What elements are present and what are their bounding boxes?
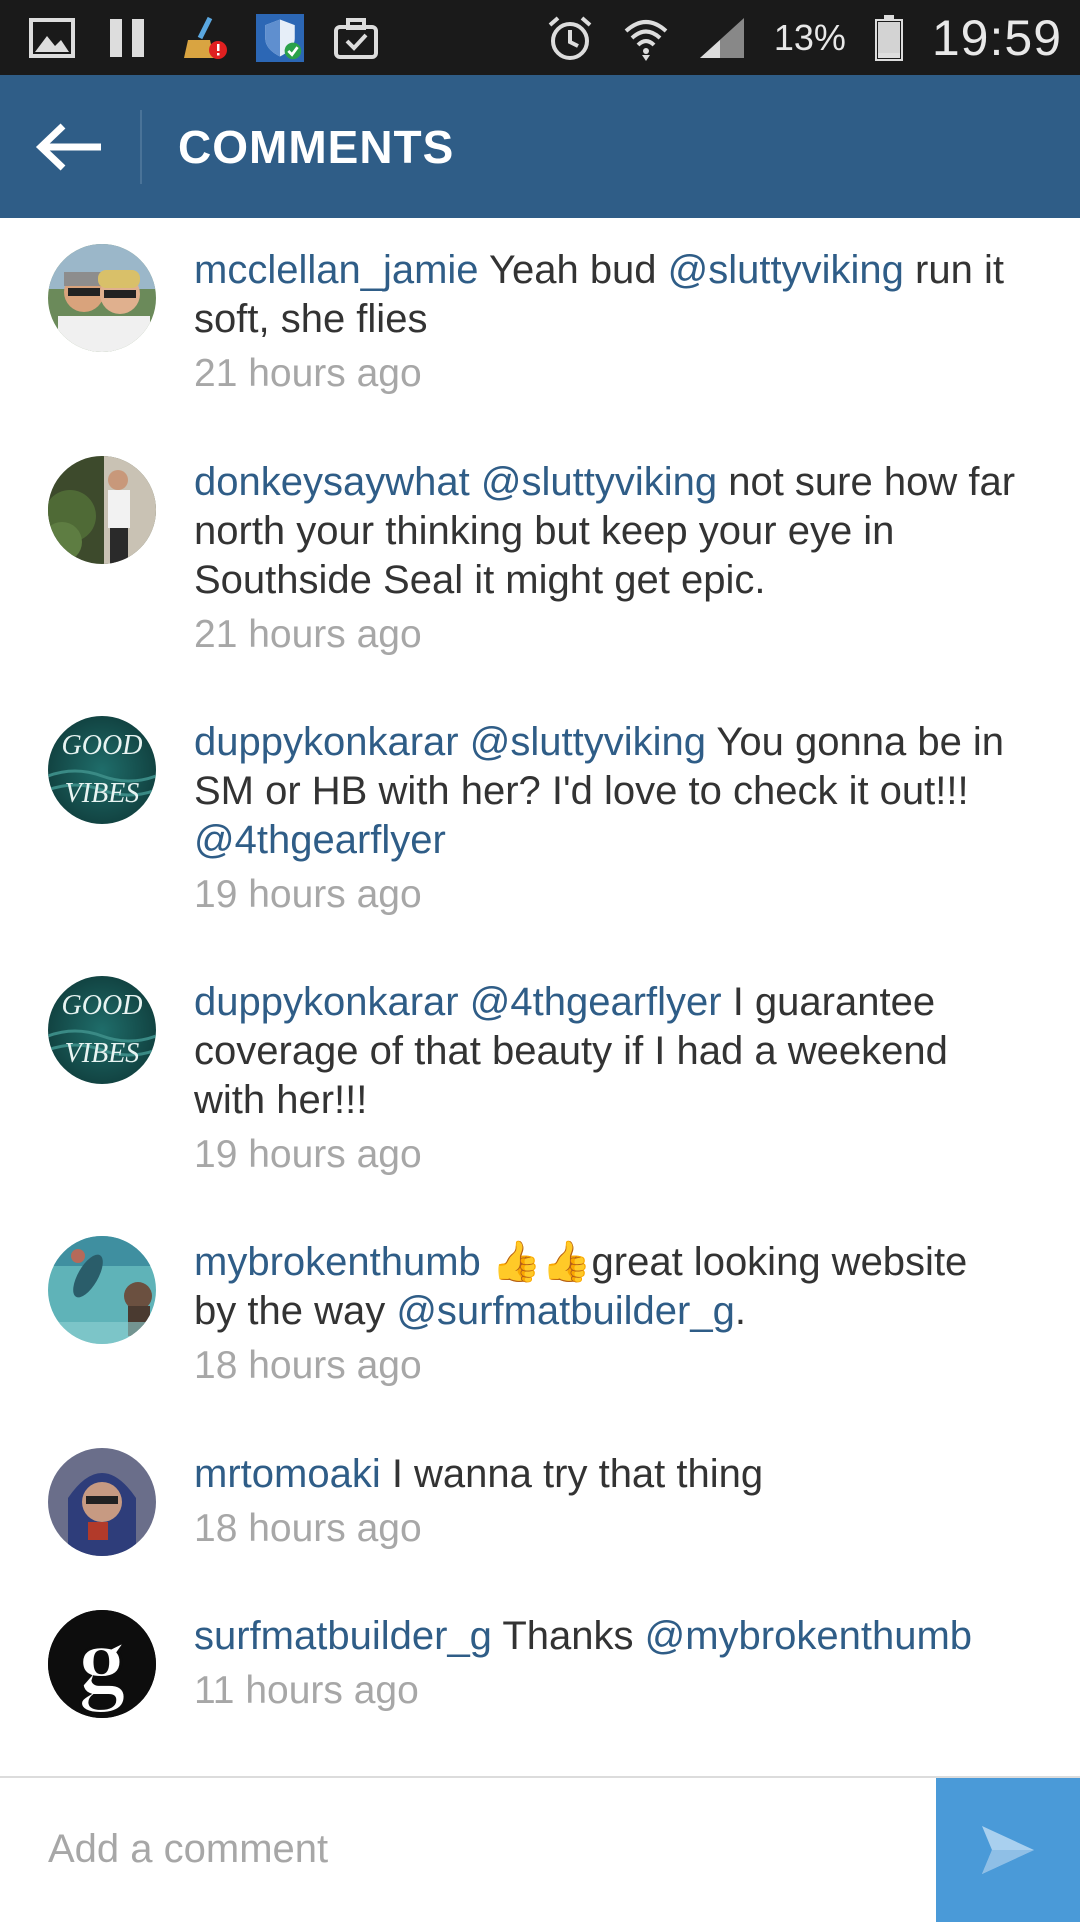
send-icon bbox=[982, 1826, 1034, 1874]
gallery-icon bbox=[28, 16, 76, 60]
signal-icon bbox=[698, 16, 746, 60]
battery-percent: 13% bbox=[773, 16, 846, 58]
comment-timestamp: 18 hours ago bbox=[194, 1344, 422, 1387]
comment-text: donkeysaywhat @sluttyviking not sure how… bbox=[194, 458, 1020, 605]
comment-username[interactable]: mcclellan_jamie bbox=[194, 248, 479, 292]
comment-text: mybrokenthumb 👍👍great looking website by… bbox=[194, 1238, 1020, 1336]
add-comment-input[interactable] bbox=[0, 1778, 936, 1920]
comment-username[interactable]: donkeysaywhat bbox=[194, 460, 470, 504]
mention-link[interactable]: @sluttyviking bbox=[668, 248, 904, 292]
comment-username[interactable]: duppykonkarar bbox=[194, 720, 459, 764]
comment-body: duppykonkarar @sluttyviking You gonna be… bbox=[156, 690, 1020, 950]
avatar[interactable] bbox=[48, 1236, 156, 1344]
comment-composer bbox=[0, 1776, 1080, 1922]
comment-text-part: . bbox=[734, 1289, 746, 1333]
comment-username[interactable]: mrtomoaki bbox=[194, 1452, 381, 1496]
good-vibes-bottom-text: VIBES bbox=[65, 778, 140, 809]
status-bar: 13% 19:59 bbox=[0, 0, 1080, 75]
avatar[interactable]: GOOD VIBES bbox=[48, 716, 156, 824]
avatar[interactable]: GOOD VIBES bbox=[48, 976, 156, 1084]
comment-timestamp: 18 hours ago bbox=[194, 1507, 422, 1550]
send-button[interactable] bbox=[936, 1778, 1080, 1922]
shield-icon bbox=[256, 13, 304, 62]
back-arrow-icon bbox=[35, 122, 101, 171]
comment-timestamp: 19 hours ago bbox=[194, 873, 422, 916]
avatar[interactable]: g bbox=[48, 1610, 156, 1718]
back-button[interactable] bbox=[0, 109, 142, 184]
comment-item: mcclellan_jamie Yeah bud @sluttyviking r… bbox=[0, 218, 1080, 430]
comment-item: GOOD VIBES duppykonkarar @4thgearflyer I… bbox=[0, 950, 1080, 1210]
comment-text-part bbox=[459, 980, 470, 1024]
comment-item: donkeysaywhat @sluttyviking not sure how… bbox=[0, 430, 1080, 690]
comment-timestamp: 21 hours ago bbox=[194, 613, 422, 656]
comment-text-part: Yeah bud bbox=[478, 248, 668, 292]
comment-item: GOOD VIBES duppykonkarar @sluttyviking Y… bbox=[0, 690, 1080, 950]
alarm-icon bbox=[546, 15, 594, 60]
comment-item: mybrokenthumb 👍👍great looking website by… bbox=[0, 1210, 1080, 1422]
comment-body: mcclellan_jamie Yeah bud @sluttyviking r… bbox=[156, 218, 1020, 430]
comment-body: mybrokenthumb 👍👍great looking website by… bbox=[156, 1210, 1020, 1422]
mention-link[interactable]: @4thgearflyer bbox=[194, 818, 446, 862]
good-vibes-top-text: GOOD bbox=[62, 730, 143, 761]
comment-username[interactable]: mybrokenthumb bbox=[194, 1240, 481, 1284]
comment-timestamp: 21 hours ago bbox=[194, 352, 422, 395]
comment-text: surfmatbuilder_g Thanks @mybrokenthumb bbox=[194, 1612, 972, 1661]
comment-item: mrtomoaki I wanna try that thing 18 hour… bbox=[0, 1422, 1080, 1584]
comment-text-part: Thanks bbox=[491, 1614, 645, 1658]
cleaner-icon bbox=[180, 16, 228, 60]
comment-body: surfmatbuilder_g Thanks @mybrokenthumb 1… bbox=[156, 1584, 972, 1776]
comment-text-part bbox=[459, 720, 470, 764]
wifi-icon bbox=[622, 16, 670, 61]
avatar[interactable] bbox=[48, 1448, 156, 1556]
battery-icon bbox=[874, 14, 904, 61]
avatar[interactable] bbox=[48, 244, 156, 352]
comment-timestamp: 11 hours ago bbox=[194, 1669, 419, 1712]
comment-timestamp: 19 hours ago bbox=[194, 1133, 422, 1176]
avatar[interactable] bbox=[48, 456, 156, 564]
mention-link[interactable]: @sluttyviking bbox=[481, 460, 717, 504]
briefcase-icon bbox=[332, 16, 380, 60]
page-title: COMMENTS bbox=[178, 120, 455, 173]
comment-body: duppykonkarar @4thgearflyer I guarantee … bbox=[156, 950, 1020, 1210]
comment-item: g surfmatbuilder_g Thanks @mybrokenthumb… bbox=[0, 1584, 1080, 1776]
app-header: COMMENTS bbox=[0, 75, 1080, 218]
clock-time: 19:59 bbox=[931, 9, 1062, 66]
comment-text-part bbox=[470, 460, 481, 504]
comment-text: mrtomoaki I wanna try that thing bbox=[194, 1450, 763, 1499]
comment-body: donkeysaywhat @sluttyviking not sure how… bbox=[156, 430, 1020, 690]
mention-link[interactable]: @sluttyviking bbox=[470, 720, 706, 764]
mention-link[interactable]: @surfmatbuilder_g bbox=[396, 1289, 735, 1333]
comment-username[interactable]: duppykonkarar bbox=[194, 980, 459, 1024]
good-vibes-top-text: GOOD bbox=[62, 990, 143, 1021]
comment-body: mrtomoaki I wanna try that thing 18 hour… bbox=[156, 1422, 763, 1584]
status-bar-left bbox=[28, 13, 380, 62]
comment-text: duppykonkarar @sluttyviking You gonna be… bbox=[194, 718, 1020, 865]
g-logo-text: g bbox=[78, 1610, 126, 1713]
good-vibes-bottom-text: VIBES bbox=[65, 1038, 140, 1069]
mention-link[interactable]: @mybrokenthumb bbox=[645, 1614, 972, 1658]
comment-text-part: I wanna try that thing bbox=[380, 1452, 764, 1496]
status-bar-right: 13% 19:59 bbox=[546, 9, 1062, 67]
mention-link[interactable]: @4thgearflyer bbox=[470, 980, 722, 1024]
pause-icon bbox=[104, 16, 152, 60]
comment-text: duppykonkarar @4thgearflyer I guarantee … bbox=[194, 978, 1020, 1125]
comment-username[interactable]: surfmatbuilder_g bbox=[194, 1614, 492, 1658]
comment-list[interactable]: mcclellan_jamie Yeah bud @sluttyviking r… bbox=[0, 218, 1080, 1776]
comment-text: mcclellan_jamie Yeah bud @sluttyviking r… bbox=[194, 246, 1020, 344]
